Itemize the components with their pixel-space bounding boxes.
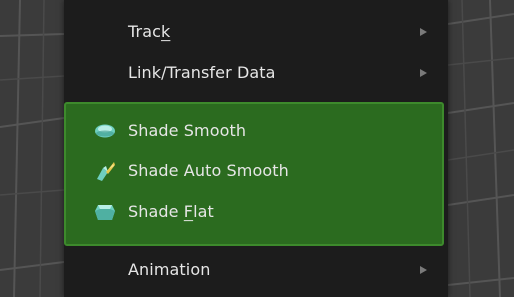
menu-item-animation[interactable]: Animation: [64, 250, 448, 290]
menu-item-label: Shade Flat: [128, 202, 214, 222]
menu-item-link-transfer-data[interactable]: Link/Transfer Data: [64, 53, 448, 93]
menu-item-shade-auto-smooth[interactable]: Shade Auto Smooth: [64, 151, 448, 191]
menu-item-label: Shade Smooth: [128, 121, 247, 141]
submenu-arrow-icon: [420, 28, 427, 36]
shade-smooth-icon: [94, 120, 116, 142]
menu-item-label: Link/Transfer Data: [128, 63, 276, 83]
menu-item-shade-flat[interactable]: Shade Flat: [64, 192, 448, 232]
menu-item-label: Animation: [128, 260, 211, 280]
menu-item-label: Track: [128, 22, 171, 42]
menu-item-label: Shade Auto Smooth: [128, 161, 289, 181]
shade-auto-smooth-icon: [94, 160, 116, 182]
shade-flat-icon: [94, 201, 116, 223]
submenu-arrow-icon: [420, 69, 427, 77]
menu-item-shade-smooth[interactable]: Shade Smooth: [64, 111, 448, 151]
object-context-menu: Track Link/Transfer Data Shade Smooth Sh…: [64, 0, 448, 297]
menu-item-track[interactable]: Track: [64, 12, 448, 52]
submenu-arrow-icon: [420, 266, 427, 274]
